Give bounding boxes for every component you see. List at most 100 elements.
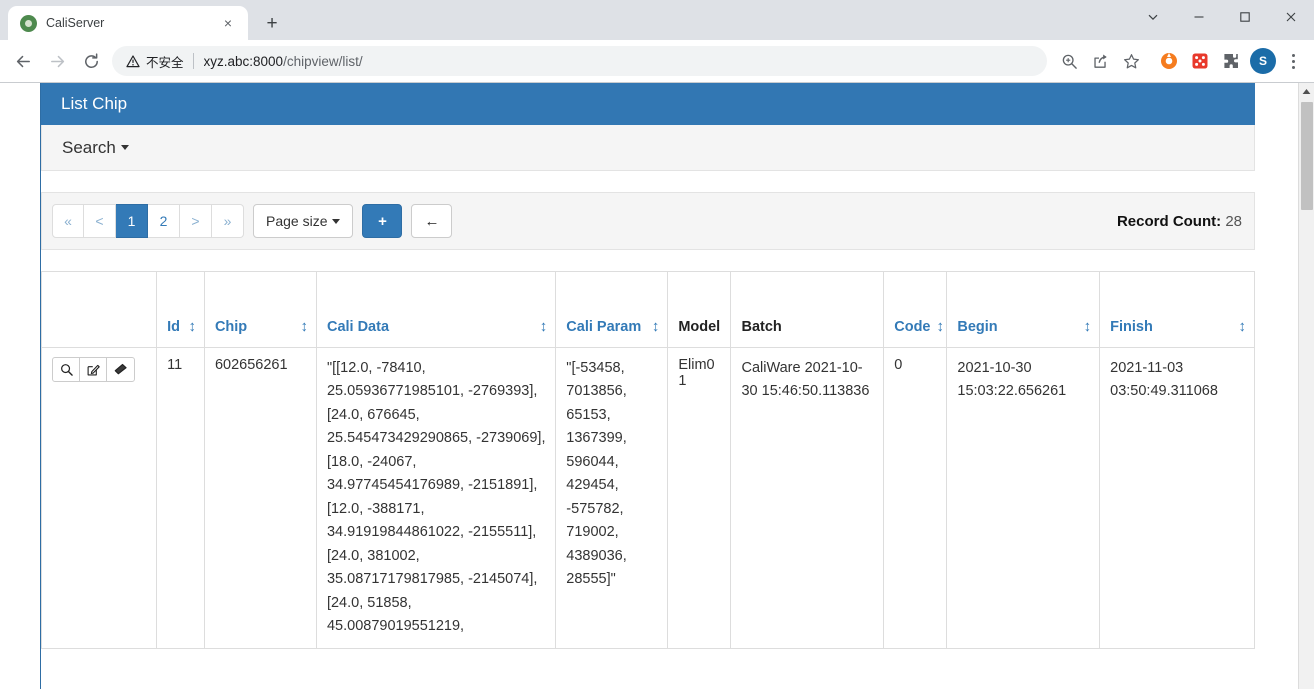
grid-toolbar: « < 1 2 > » Page size + ← Record Count: …: [41, 192, 1255, 250]
scrollbar-thumb[interactable]: [1301, 102, 1313, 210]
url-host: xyz.abc:8000: [203, 53, 284, 69]
share-icon[interactable]: [1085, 46, 1115, 76]
browser-tab[interactable]: CaliServer ×: [8, 6, 248, 40]
table-header-row: Id ↕ Chip ↕ Cali Data ↕ Cali Param ↕ Mod…: [40, 271, 1255, 348]
profile-avatar[interactable]: S: [1250, 48, 1276, 74]
warning-triangle-icon: [125, 54, 140, 68]
pagination-controls: « < 1 2 > » Page size + ←: [52, 204, 453, 238]
orange-circle-extension-icon[interactable]: [1154, 46, 1184, 76]
minimize-icon[interactable]: [1176, 0, 1222, 34]
puzzle-extension-icon[interactable]: [1216, 46, 1246, 76]
column-header-chip[interactable]: Chip ↕: [203, 271, 317, 348]
chip-table: Id ↕ Chip ↕ Cali Data ↕ Cali Param ↕ Mod…: [40, 271, 1255, 649]
back-icon[interactable]: [6, 44, 40, 78]
column-label-finish: Finish: [1110, 318, 1153, 335]
cell-batch: CaliWare 2021-10-30 15:46:50.113836: [730, 347, 885, 649]
record-count-label: Record Count:: [1116, 212, 1222, 230]
back-button[interactable]: ←: [411, 204, 453, 238]
browser-toolbar: 不安全 xyz.abc:8000/chipview/list/ S: [0, 40, 1314, 82]
view-icon[interactable]: [53, 358, 80, 381]
close-icon[interactable]: ×: [218, 13, 238, 33]
cell-cali-param: "[-53458, 7013856, 65153, 1367399, 59604…: [555, 347, 669, 649]
browser-window: CaliServer × + 不安全 xyz.abc:8000/chipview…: [0, 0, 1314, 689]
column-header-model: Model: [667, 271, 732, 348]
search-toolbar: Search: [41, 125, 1255, 171]
page-next-button[interactable]: >: [180, 204, 212, 238]
sort-icon: ↕: [188, 318, 196, 335]
sort-icon: ↕: [539, 318, 548, 335]
content-panel: List Chip Search « < 1 2 > » Page size +…: [40, 83, 1255, 689]
forward-icon: [40, 44, 74, 78]
red-dice-extension-icon[interactable]: [1185, 46, 1215, 76]
erase-icon[interactable]: [107, 358, 134, 381]
new-tab-button[interactable]: +: [258, 9, 286, 37]
column-header-code[interactable]: Code ↕: [883, 271, 948, 348]
table-row: 11 602656261 "[[12.0, -78410, 25.0593677…: [40, 347, 1255, 649]
page-size-dropdown[interactable]: Page size: [253, 204, 354, 238]
row-actions-cell: [40, 347, 158, 649]
browser-menu-icon[interactable]: [1280, 46, 1306, 76]
page-scrollbar[interactable]: [1298, 83, 1314, 689]
column-header-begin[interactable]: Begin ↕: [946, 271, 1101, 348]
tab-strip: CaliServer × +: [0, 0, 1314, 40]
sort-icon: ↕: [1238, 318, 1247, 335]
page-prev-button[interactable]: <: [84, 204, 116, 238]
globe-icon: [20, 14, 37, 32]
add-button[interactable]: +: [362, 204, 403, 238]
omnibox-divider: [192, 53, 194, 69]
cell-model: Elim01: [667, 347, 732, 649]
column-label-begin: Begin: [957, 318, 998, 335]
row-action-group: [52, 357, 135, 382]
security-label: 不安全: [146, 55, 184, 70]
address-bar[interactable]: 不安全 xyz.abc:8000/chipview/list/: [112, 46, 1047, 76]
column-label-model: Model: [678, 318, 721, 335]
sort-icon: ↕: [300, 318, 308, 335]
page-1-button[interactable]: 1: [116, 204, 148, 238]
web-page: List Chip Search « < 1 2 > » Page size +…: [0, 83, 1298, 689]
window-controls: [1130, 0, 1314, 34]
column-header-batch: Batch: [730, 271, 885, 348]
column-label-id: Id: [167, 318, 180, 335]
column-header-id[interactable]: Id ↕: [156, 271, 205, 348]
column-label-cali-data: Cali Data: [326, 318, 390, 335]
page-size-label: Page size: [266, 213, 328, 229]
cell-id: 11: [156, 347, 205, 649]
reload-icon[interactable]: [74, 44, 108, 78]
page-last-button[interactable]: »: [212, 204, 244, 238]
zoom-in-icon[interactable]: [1054, 46, 1084, 76]
sort-icon: ↕: [936, 318, 944, 335]
column-header-cali-param[interactable]: Cali Param ↕: [555, 271, 669, 348]
chevron-down-icon[interactable]: [1130, 0, 1176, 34]
sort-icon: ↕: [1083, 318, 1092, 335]
page-2-button[interactable]: 2: [148, 204, 180, 238]
star-icon[interactable]: [1116, 46, 1146, 76]
pagination: « < 1 2 > »: [52, 204, 244, 238]
url-text: xyz.abc:8000/chipview/list/: [204, 54, 1033, 69]
page-first-button[interactable]: «: [52, 204, 84, 238]
column-header-finish[interactable]: Finish ↕: [1099, 271, 1255, 348]
column-header-cali-data[interactable]: Cali Data ↕: [315, 271, 557, 348]
chevron-down-icon: [120, 145, 129, 150]
sort-icon: ↕: [651, 318, 660, 335]
page-viewport: List Chip Search « < 1 2 > » Page size +…: [0, 82, 1314, 689]
cell-cali-data: "[[12.0, -78410, 25.05936771985101, -276…: [315, 347, 557, 649]
tab-title: CaliServer: [46, 16, 105, 30]
column-label-code: Code: [894, 318, 931, 335]
cell-code: 0: [883, 347, 948, 649]
url-path: /chipview/list/: [283, 53, 363, 69]
scroll-up-icon[interactable]: [1299, 83, 1314, 100]
maximize-icon[interactable]: [1222, 0, 1268, 34]
page-title: List Chip: [41, 83, 1255, 125]
close-window-icon[interactable]: [1268, 0, 1314, 34]
column-header-actions: [40, 271, 158, 348]
cell-begin: 2021-10-30 15:03:22.656261: [946, 347, 1101, 649]
cell-finish: 2021-11-03 03:50:49.311068: [1099, 347, 1255, 649]
column-label-chip: Chip: [214, 318, 248, 335]
cell-chip: 602656261: [203, 347, 317, 649]
security-indicator[interactable]: 不安全: [125, 52, 184, 71]
search-label: Search: [62, 137, 116, 157]
search-dropdown[interactable]: Search: [62, 138, 129, 158]
edit-icon[interactable]: [80, 358, 107, 381]
chevron-down-icon: [332, 218, 341, 224]
record-count-value: 28: [1225, 212, 1242, 230]
